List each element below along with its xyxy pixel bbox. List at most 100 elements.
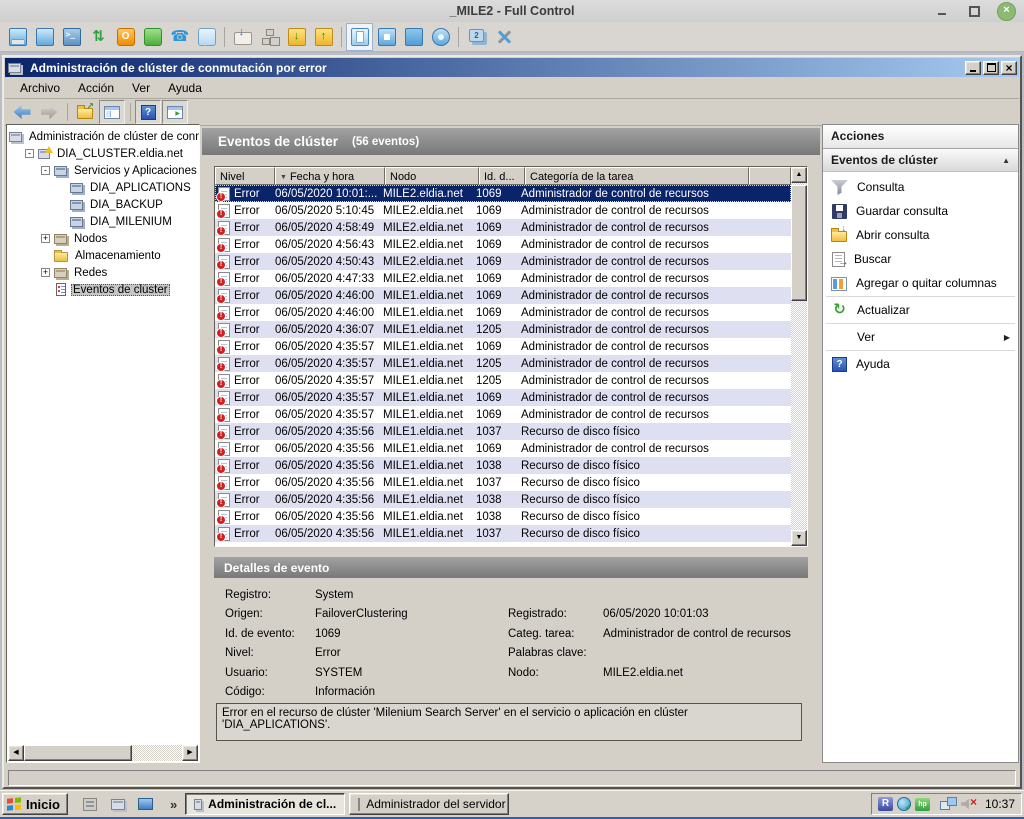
collapse-arrow-icon[interactable]: ▲ [1002, 156, 1010, 165]
event-row[interactable]: Error06/05/2020 4:35:57MILE1.eldia.net10… [215, 338, 791, 355]
transfer-arrows-button[interactable] [85, 23, 112, 51]
column-header-nodo[interactable]: Nodo [385, 167, 479, 185]
multi-monitor-button[interactable] [463, 23, 490, 51]
phone-button[interactable] [166, 23, 193, 51]
event-row[interactable]: Error06/05/2020 5:10:45MILE2.eldia.net10… [215, 202, 791, 219]
chat-button[interactable] [139, 23, 166, 51]
event-row[interactable]: Error06/05/2020 4:46:00MILE1.eldia.net10… [215, 287, 791, 304]
event-row[interactable]: Error06/05/2020 4:35:56MILE1.eldia.net10… [215, 508, 791, 525]
column-header-nivel[interactable]: Nivel [215, 167, 275, 185]
event-row[interactable]: Error06/05/2020 4:47:33MILE2.eldia.net10… [215, 270, 791, 287]
event-row[interactable]: Error06/05/2020 4:35:57MILE1.eldia.net12… [215, 372, 791, 389]
tree-item-dia-aplications[interactable]: DIA_APLICATIONS [7, 179, 199, 196]
tree-item-dia-cluster-eldia-net[interactable]: -DIA_CLUSTER.eldia.net [7, 145, 199, 162]
hp-agent-icon[interactable] [915, 798, 930, 811]
event-row[interactable]: Error06/05/2020 10:01:...MILE2.eldia.net… [215, 185, 791, 202]
event-row[interactable]: Error06/05/2020 4:35:57MILE1.eldia.net12… [215, 355, 791, 372]
events-vertical-scrollbar[interactable]: ▲ ▼ [791, 167, 807, 546]
remote-control-button[interactable] [4, 23, 31, 51]
forward-button[interactable] [36, 100, 62, 124]
view-solid-button[interactable] [400, 23, 427, 51]
scroll-up-button[interactable]: ▲ [791, 167, 807, 183]
menu-item-ver[interactable]: Ver [123, 79, 159, 97]
tree-expander-icon[interactable]: - [25, 149, 34, 158]
screen-button[interactable] [31, 23, 58, 51]
column-header-categor-a-de-la-tarea[interactable]: Categoría de la tarea [525, 167, 749, 185]
event-row[interactable]: Error06/05/2020 4:56:43MILE2.eldia.net10… [215, 236, 791, 253]
message-button[interactable] [193, 23, 220, 51]
export-button[interactable] [72, 100, 98, 124]
action-consulta[interactable]: Consulta [823, 175, 1018, 199]
file-download-button[interactable] [283, 23, 310, 51]
view-scale-button[interactable] [427, 23, 454, 51]
tree-item-eventos-de-cl-ster[interactable]: Eventos de clúster [7, 281, 199, 298]
action-ayuda[interactable]: Ayuda [823, 352, 1018, 376]
viewer-restore-button[interactable] [965, 2, 983, 20]
tree-expander-icon[interactable]: - [41, 166, 50, 175]
menu-item-ayuda[interactable]: Ayuda [159, 79, 211, 97]
scroll-track[interactable] [24, 745, 182, 761]
vnc-r-icon[interactable] [878, 797, 893, 811]
view-normal-button[interactable] [346, 23, 373, 51]
console-tree-toggle-button[interactable] [99, 100, 125, 124]
scroll-left-button[interactable]: ◀ [8, 745, 24, 761]
tree-item-dia-backup[interactable]: DIA_BACKUP [7, 196, 199, 213]
scroll-thumb[interactable] [791, 185, 807, 301]
tree-item-administraci-n-de-cl-ster-de-conmu[interactable]: Administración de clúster de conmu [7, 128, 199, 145]
view-fullscreen-button[interactable] [373, 23, 400, 51]
power-button[interactable] [112, 23, 139, 51]
start-button[interactable]: Inicio [2, 793, 68, 815]
tree-expander-icon[interactable]: + [41, 234, 50, 243]
event-row[interactable]: Error06/05/2020 4:35:56MILE1.eldia.net10… [215, 474, 791, 491]
action-buscar[interactable]: Buscar [823, 247, 1018, 271]
terminal-button[interactable] [58, 23, 85, 51]
action-agregar-quitar-columnas[interactable]: Agregar o quitar columnas [823, 271, 1018, 295]
event-row[interactable]: Error06/05/2020 4:46:00MILE1.eldia.net10… [215, 304, 791, 321]
action-ver[interactable]: Ver▶ [823, 325, 1018, 349]
column-header-fecha-y-hora[interactable]: ▼Fecha y hora [275, 167, 385, 185]
mmc-minimize-button[interactable] [965, 61, 981, 75]
mmc-close-button[interactable] [1001, 61, 1017, 75]
tree-horizontal-scrollbar[interactable]: ◀ ▶ [8, 745, 198, 761]
event-row[interactable]: Error06/05/2020 4:35:56MILE1.eldia.net10… [215, 423, 791, 440]
network-status-icon[interactable] [940, 797, 957, 811]
event-row[interactable]: Error06/05/2020 4:35:57MILE1.eldia.net10… [215, 406, 791, 423]
event-row[interactable]: Error06/05/2020 4:35:56MILE1.eldia.net10… [215, 525, 791, 542]
settings-tools-button[interactable] [490, 23, 517, 51]
help-toolbar-button[interactable] [135, 100, 161, 124]
audio-muted-icon[interactable] [961, 797, 977, 811]
mmc-maximize-button[interactable] [983, 61, 999, 75]
scroll-right-button[interactable]: ▶ [182, 745, 198, 761]
scroll-thumb[interactable] [24, 745, 132, 761]
event-row[interactable]: Error06/05/2020 4:50:43MILE2.eldia.net10… [215, 253, 791, 270]
event-row[interactable]: Error06/05/2020 4:35:56MILE1.eldia.net10… [215, 440, 791, 457]
tree-item-servicios-y-aplicaciones[interactable]: -Servicios y Aplicaciones [7, 162, 199, 179]
mmc-titlebar[interactable]: Administración de clúster de conmutación… [5, 58, 1019, 77]
action-actualizar[interactable]: Actualizar [823, 298, 1018, 322]
network-nodes-button[interactable] [256, 23, 283, 51]
action-abrir-consulta[interactable]: Abrir consulta [823, 223, 1018, 247]
event-row[interactable]: Error06/05/2020 4:35:57MILE1.eldia.net10… [215, 389, 791, 406]
tree-expander-icon[interactable]: + [41, 268, 50, 277]
action-guardar-consulta[interactable]: Guardar consulta [823, 199, 1018, 223]
network-activity-icon[interactable] [897, 797, 911, 811]
clock[interactable]: 10:37 [985, 797, 1015, 811]
tree-item-dia-milenium[interactable]: DIA_MILENIUM [7, 213, 199, 230]
viewer-close-button[interactable]: × [997, 2, 1016, 21]
column-header-id-d-[interactable]: Id. d... [479, 167, 525, 185]
viewer-titlebar[interactable]: _MILE2 - Full Control × [0, 0, 1024, 23]
tree-item-almacenamiento[interactable]: Almacenamiento [7, 247, 199, 264]
taskbar-button-server-manager[interactable]: Administrador del servidor [349, 793, 509, 815]
event-row[interactable]: Error06/05/2020 4:36:07MILE1.eldia.net12… [215, 321, 791, 338]
server-manager-button[interactable] [80, 794, 100, 814]
event-row[interactable]: Error06/05/2020 4:35:56MILE1.eldia.net10… [215, 457, 791, 474]
tree-item-redes[interactable]: +Redes [7, 264, 199, 281]
scroll-down-button[interactable]: ▼ [791, 530, 807, 546]
viewer-minimize-button[interactable] [933, 2, 951, 20]
show-desktop-button[interactable] [136, 794, 156, 814]
menu-item-archivo[interactable]: Archivo [11, 79, 69, 97]
quick-launch-overflow-chevron[interactable]: » [170, 797, 177, 812]
cluster-admin-button[interactable] [108, 794, 128, 814]
file-upload-button[interactable] [310, 23, 337, 51]
menu-item-acción[interactable]: Acción [69, 79, 123, 97]
